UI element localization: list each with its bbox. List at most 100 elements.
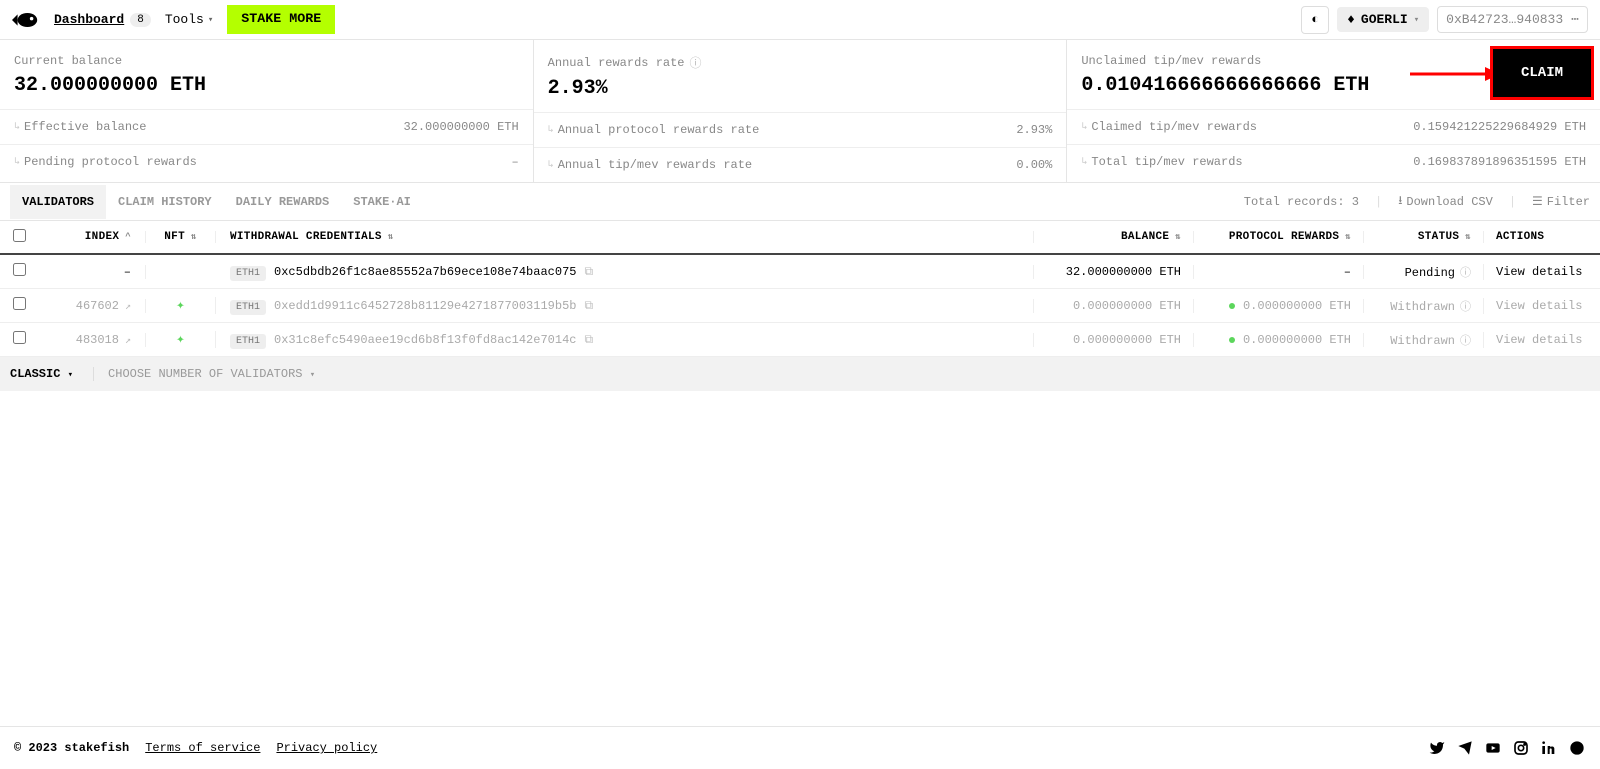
- table-header: INDEX^ NFT⇅ WITHDRAWAL CREDENTIALS⇅ BALA…: [0, 221, 1600, 255]
- view-details-link[interactable]: View details: [1496, 299, 1582, 313]
- current-balance-label: Current balance: [14, 54, 519, 68]
- more-icon[interactable]: ⋯: [1571, 12, 1579, 27]
- telegram-icon[interactable]: [1456, 739, 1474, 757]
- summary-unclaimed-col: Unclaimed tip/mev rewards 0.010416666666…: [1067, 40, 1600, 182]
- col-nft[interactable]: NFT⇅: [146, 231, 216, 243]
- network-selector[interactable]: ♦ GOERLI ▾: [1337, 7, 1429, 32]
- tools-menu[interactable]: Tools: [165, 12, 204, 27]
- filter-icon: ☰: [1532, 194, 1543, 209]
- sub-arrow-icon: ↳: [548, 159, 554, 171]
- table-body: –ETH10xc5dbdb26f1c8ae85552a7b69ece108e74…: [0, 255, 1600, 357]
- page-footer: © 2023 stakefish Terms of service Privac…: [0, 726, 1600, 769]
- dark-mode-toggle[interactable]: ◐: [1301, 6, 1329, 34]
- chevron-down-icon: ▾: [1414, 15, 1419, 25]
- validator-index: 467602: [76, 299, 119, 313]
- col-withdrawal-credentials[interactable]: WITHDRAWAL CREDENTIALS⇅: [216, 231, 1034, 243]
- copy-icon[interactable]: ⧉: [584, 333, 593, 347]
- wallet-address-pill[interactable]: 0xB42723…940833 ⋯: [1437, 6, 1588, 33]
- filter-button[interactable]: ☰Filter: [1532, 194, 1590, 209]
- col-actions: ACTIONS: [1484, 231, 1600, 243]
- nft-sparkle-icon: ✦: [176, 298, 184, 314]
- total-records-text: Total records: 3: [1244, 195, 1359, 209]
- col-index[interactable]: INDEX^: [38, 231, 146, 243]
- col-protocol-rewards[interactable]: PROTOCOL REWARDS⇅: [1194, 231, 1364, 243]
- total-rewards-value: 0.169837891896351595 ETH: [1413, 155, 1586, 169]
- status-dot-icon: [1229, 337, 1235, 343]
- external-link-icon[interactable]: ↗: [125, 302, 131, 313]
- summary-panel: Current balance 32.000000000 ETH ↳Effect…: [0, 40, 1600, 183]
- view-details-link[interactable]: View details: [1496, 265, 1582, 279]
- info-icon[interactable]: ⓘ: [690, 54, 702, 71]
- table-row: –ETH10xc5dbdb26f1c8ae85552a7b69ece108e74…: [0, 255, 1600, 289]
- total-rewards-label: Total tip/mev rewards: [1091, 155, 1242, 169]
- row-checkbox[interactable]: [13, 263, 26, 276]
- copy-icon[interactable]: ⧉: [584, 265, 593, 279]
- withdrawal-credential: 0x31c8efc5490aee19cd6b8f13f0fd8ac142e701…: [274, 333, 576, 347]
- sort-icon: ⇅: [1345, 232, 1351, 242]
- row-balance: 0.000000000 ETH: [1034, 299, 1194, 313]
- row-checkbox[interactable]: [13, 331, 26, 344]
- annual-rewards-rate-value: 2.93%: [548, 77, 1053, 100]
- info-icon[interactable]: ⓘ: [1460, 302, 1471, 314]
- network-name: GOERLI: [1361, 12, 1408, 27]
- terms-link[interactable]: Terms of service: [145, 741, 260, 755]
- summary-rewards-rate-col: Annual rewards rate ⓘ 2.93% ↳ Annual proto…: [534, 40, 1068, 182]
- info-icon[interactable]: ⓘ: [1460, 336, 1471, 348]
- privacy-link[interactable]: Privacy policy: [276, 741, 377, 755]
- col-status[interactable]: STATUS⇅: [1364, 231, 1484, 243]
- effective-balance-value: 32.000000000 ETH: [403, 120, 518, 134]
- annual-tipmev-rate-label: Annual tip/mev rewards rate: [558, 158, 752, 172]
- pending-rewards-label: Pending protocol rewards: [24, 155, 197, 169]
- dashboard-link[interactable]: Dashboard: [54, 12, 124, 27]
- tab-bar: VALIDATORS CLAIM HISTORY DAILY REWARDS S…: [0, 183, 1600, 221]
- claimed-rewards-label: Claimed tip/mev rewards: [1091, 120, 1257, 134]
- row-checkbox[interactable]: [13, 297, 26, 310]
- pending-rewards-value: –: [511, 155, 518, 169]
- chevron-down-icon: ▾: [208, 15, 213, 25]
- wallet-address-text: 0xB42723…940833: [1446, 12, 1563, 27]
- view-details-link[interactable]: View details: [1496, 333, 1582, 347]
- twitter-icon[interactable]: [1428, 739, 1446, 757]
- info-icon[interactable]: ⓘ: [1460, 268, 1471, 280]
- eth1-badge: ETH1: [230, 334, 266, 349]
- external-link-icon[interactable]: ↗: [125, 336, 131, 347]
- reddit-icon[interactable]: [1568, 739, 1586, 757]
- linkedin-icon[interactable]: [1540, 739, 1558, 757]
- summary-balance-col: Current balance 32.000000000 ETH ↳Effect…: [0, 40, 534, 182]
- withdrawal-credential: 0xedd1d9911c6452728b81129e4271877003119b…: [274, 299, 576, 313]
- row-status: Withdrawn: [1390, 334, 1455, 348]
- chevron-down-icon: ▾: [310, 370, 315, 380]
- table-row: 467602↗✦ETH10xedd1d9911c6452728b81129e42…: [0, 289, 1600, 323]
- chevron-down-icon: ▾: [68, 370, 73, 380]
- sort-icon: ⇅: [191, 232, 197, 242]
- tab-validators[interactable]: VALIDATORS: [10, 185, 106, 219]
- tab-daily-rewards[interactable]: DAILY REWARDS: [224, 185, 342, 219]
- select-all-checkbox[interactable]: [13, 229, 26, 242]
- annotation-arrow-icon: [1410, 64, 1500, 84]
- sort-icon: ⇅: [1175, 232, 1181, 242]
- row-status: Withdrawn: [1390, 300, 1455, 314]
- choose-validators-selector[interactable]: CHOOSE NUMBER OF VALIDATORS ▾: [93, 367, 315, 381]
- row-protocol-rewards: 0.000000000 ETH: [1243, 333, 1351, 347]
- annual-protocol-rate-label: Annual protocol rewards rate: [558, 123, 760, 137]
- sort-asc-icon: ^: [125, 232, 131, 242]
- col-balance[interactable]: BALANCE⇅: [1034, 231, 1194, 243]
- tab-stake-ai[interactable]: STAKE·AI: [341, 185, 423, 219]
- stake-more-button[interactable]: STAKE MORE: [227, 5, 335, 34]
- row-protocol-rewards: 0.000000000 ETH: [1243, 299, 1351, 313]
- annual-protocol-rate-value: 2.93%: [1016, 123, 1052, 137]
- sub-arrow-icon: ↳: [1081, 121, 1087, 133]
- youtube-icon[interactable]: [1484, 739, 1502, 757]
- claim-button[interactable]: CLAIM: [1490, 46, 1594, 100]
- tab-claim-history[interactable]: CLAIM HISTORY: [106, 185, 224, 219]
- download-csv-button[interactable]: ⭳Download CSV: [1398, 191, 1493, 212]
- validator-index: 483018: [76, 333, 119, 347]
- validator-index: –: [124, 265, 131, 279]
- table-footer-bar: CLASSIC ▾ CHOOSE NUMBER OF VALIDATORS ▾: [0, 357, 1600, 391]
- instagram-icon[interactable]: [1512, 739, 1530, 757]
- copyright-text: © 2023 stakefish: [14, 741, 129, 755]
- classic-selector[interactable]: CLASSIC ▾: [10, 367, 73, 381]
- copy-icon[interactable]: ⧉: [584, 299, 593, 313]
- table-row: 483018↗✦ETH10x31c8efc5490aee19cd6b8f13f0…: [0, 323, 1600, 357]
- annual-rewards-rate-label: Annual rewards rate: [548, 56, 685, 70]
